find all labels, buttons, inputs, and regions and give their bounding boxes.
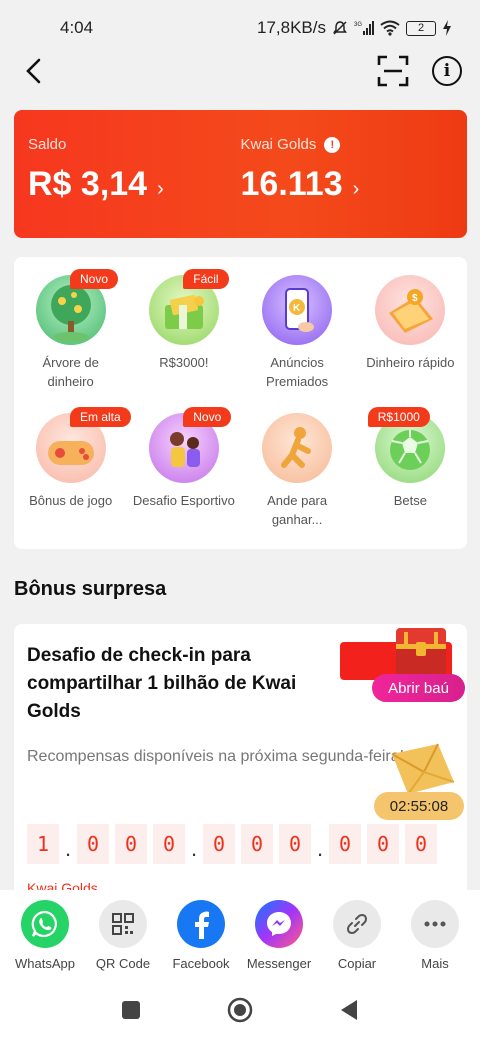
grid-item-anuncios[interactable]: K Anúncios Premiados: [241, 267, 354, 405]
whatsapp-icon: [21, 900, 69, 948]
saldo-label: Saldo: [28, 136, 67, 153]
grid-label: Desafio Esportivo: [132, 493, 235, 508]
kwai-golds-section[interactable]: Kwai Golds ! 16.113 ›: [241, 136, 454, 238]
saldo-section[interactable]: Saldo R$ 3,14 ›: [28, 136, 241, 238]
messenger-icon: [255, 900, 303, 948]
grid-item-arvore[interactable]: Novo Árvore de dinheiro: [14, 267, 127, 405]
status-icons: 3G 2: [332, 20, 452, 36]
network-speed: 17,8KB/s: [257, 18, 326, 37]
status-right: 17,8KB/s 3G 2: [257, 18, 452, 38]
share-qr-code[interactable]: QR Code: [85, 890, 161, 980]
counter-digit: 0: [241, 824, 273, 864]
wifi-icon: [380, 20, 400, 36]
treasure-chest-icon: [396, 628, 446, 676]
open-chest-button[interactable]: Abrir baú: [372, 674, 465, 702]
chevron-left-icon: [26, 58, 41, 84]
svg-text:3G: 3G: [354, 22, 362, 28]
share-messenger[interactable]: Messenger: [241, 890, 317, 980]
battery-icon: 2: [406, 20, 436, 36]
badge: Novo: [183, 407, 232, 427]
counter-digit: 0: [329, 824, 361, 864]
counter-digit: 0: [77, 824, 109, 864]
grid-item-r3000[interactable]: Fácil R$3000!: [127, 267, 240, 405]
challenge-title: Desafio de check-in para compartilhar 1 …: [27, 645, 297, 722]
grid-item-desafio[interactable]: Novo Desafio Esportivo: [127, 405, 240, 543]
share-whatsapp[interactable]: WhatsApp: [7, 890, 83, 980]
signal-icon: 3G: [354, 21, 374, 35]
counter-separator: .: [317, 836, 324, 861]
svg-text:K: K: [293, 303, 301, 314]
info-button[interactable]: i: [432, 56, 462, 86]
counter-digit: 0: [115, 824, 147, 864]
link-icon: [333, 900, 381, 948]
facebook-icon: [177, 900, 225, 948]
chevron-right-icon: ›: [157, 178, 164, 200]
share-label: WhatsApp: [15, 956, 75, 971]
counter-digit: 1: [27, 824, 59, 864]
grid-item-bonus-jogo[interactable]: Em alta Bônus de jogo: [14, 405, 131, 543]
section-title: Bônus surpresa: [14, 578, 167, 600]
grid-label: Anúncios Premiados: [266, 355, 329, 389]
share-copy[interactable]: Copiar: [319, 890, 395, 980]
golds-value: 16.113: [240, 165, 343, 203]
more-icon: [411, 900, 459, 948]
grid-label: Bônus de jogo: [29, 493, 113, 508]
challenge-subtitle: Recompensas disponíveis na próxima segun…: [27, 748, 405, 765]
badge: R$1000: [367, 407, 430, 427]
wallet-coin-icon: $: [375, 275, 446, 345]
counter-digit: 0: [153, 824, 185, 864]
scan-icon[interactable]: [376, 54, 410, 88]
top-app-bar: i: [0, 48, 480, 94]
share-label: Copiar: [337, 956, 377, 971]
grid-item-ande[interactable]: Ande para ganhar...: [241, 405, 354, 543]
system-nav-bar: [0, 980, 480, 1040]
chevron-right-icon: ›: [352, 178, 360, 200]
info-icon: i: [443, 61, 451, 81]
back-button[interactable]: [18, 56, 48, 86]
mute-icon: [333, 21, 347, 35]
features-grid: Novo Árvore de dinheiro Fácil R$3000! K …: [14, 257, 467, 549]
grid-item-betse[interactable]: R$1000 Betse: [354, 405, 467, 543]
share-label: Mais: [421, 956, 449, 971]
countdown-timer: 02:55:08: [374, 792, 464, 820]
balance-card: Saldo R$ 3,14 › Kwai Golds ! 16.113 ›: [14, 110, 467, 238]
recents-icon[interactable]: [121, 1000, 141, 1020]
svg-text:$: $: [412, 293, 418, 304]
share-sheet: WhatsApp QR Code Facebook Messenger Copi…: [0, 890, 480, 980]
golds-label: Kwai Golds: [240, 136, 317, 153]
charging-icon: [443, 20, 451, 36]
counter-digit: 0: [279, 824, 311, 864]
share-more[interactable]: Mais: [397, 890, 473, 980]
phone-coin-icon: K: [262, 275, 333, 345]
counter-separator: .: [65, 836, 72, 861]
badge: Fácil: [183, 269, 229, 289]
badge: Novo: [70, 269, 119, 289]
grid-label: Árvore de dinheiro: [42, 355, 99, 389]
checkin-challenge-card: Desafio de check-in para compartilhar 1 …: [14, 624, 467, 914]
qr-code-icon: [99, 900, 147, 948]
share-label: Facebook: [172, 956, 230, 971]
golden-envelope-icon: [391, 743, 455, 795]
grid-item-dinheiro[interactable]: $ Dinheiro rápido: [354, 267, 467, 405]
saldo-value: R$ 3,14: [28, 165, 148, 203]
back-nav-icon[interactable]: [339, 999, 359, 1021]
share-label: QR Code: [95, 956, 151, 971]
grid-label: Dinheiro rápido: [366, 355, 455, 370]
counter-digit: 0: [203, 824, 235, 864]
home-icon[interactable]: [227, 997, 253, 1023]
badge: Em alta: [70, 407, 131, 427]
walking-icon: [262, 413, 333, 483]
counter-separator: .: [191, 836, 198, 861]
top-actions: i: [376, 54, 462, 88]
share-label: Messenger: [246, 956, 312, 971]
counter-digit: 0: [367, 824, 399, 864]
grid-label: Betse: [393, 493, 427, 508]
grid-label: R$3000!: [159, 355, 209, 370]
share-facebook[interactable]: Facebook: [163, 890, 239, 980]
status-time: 4:04: [60, 18, 94, 37]
grid-label: Ande para ganhar...: [267, 493, 328, 527]
info-icon[interactable]: !: [324, 136, 341, 153]
counter-digit: 0: [405, 824, 437, 864]
golds-counter: 1 . 0 0 0 . 0 0 0 . 0 0 0: [27, 824, 437, 864]
